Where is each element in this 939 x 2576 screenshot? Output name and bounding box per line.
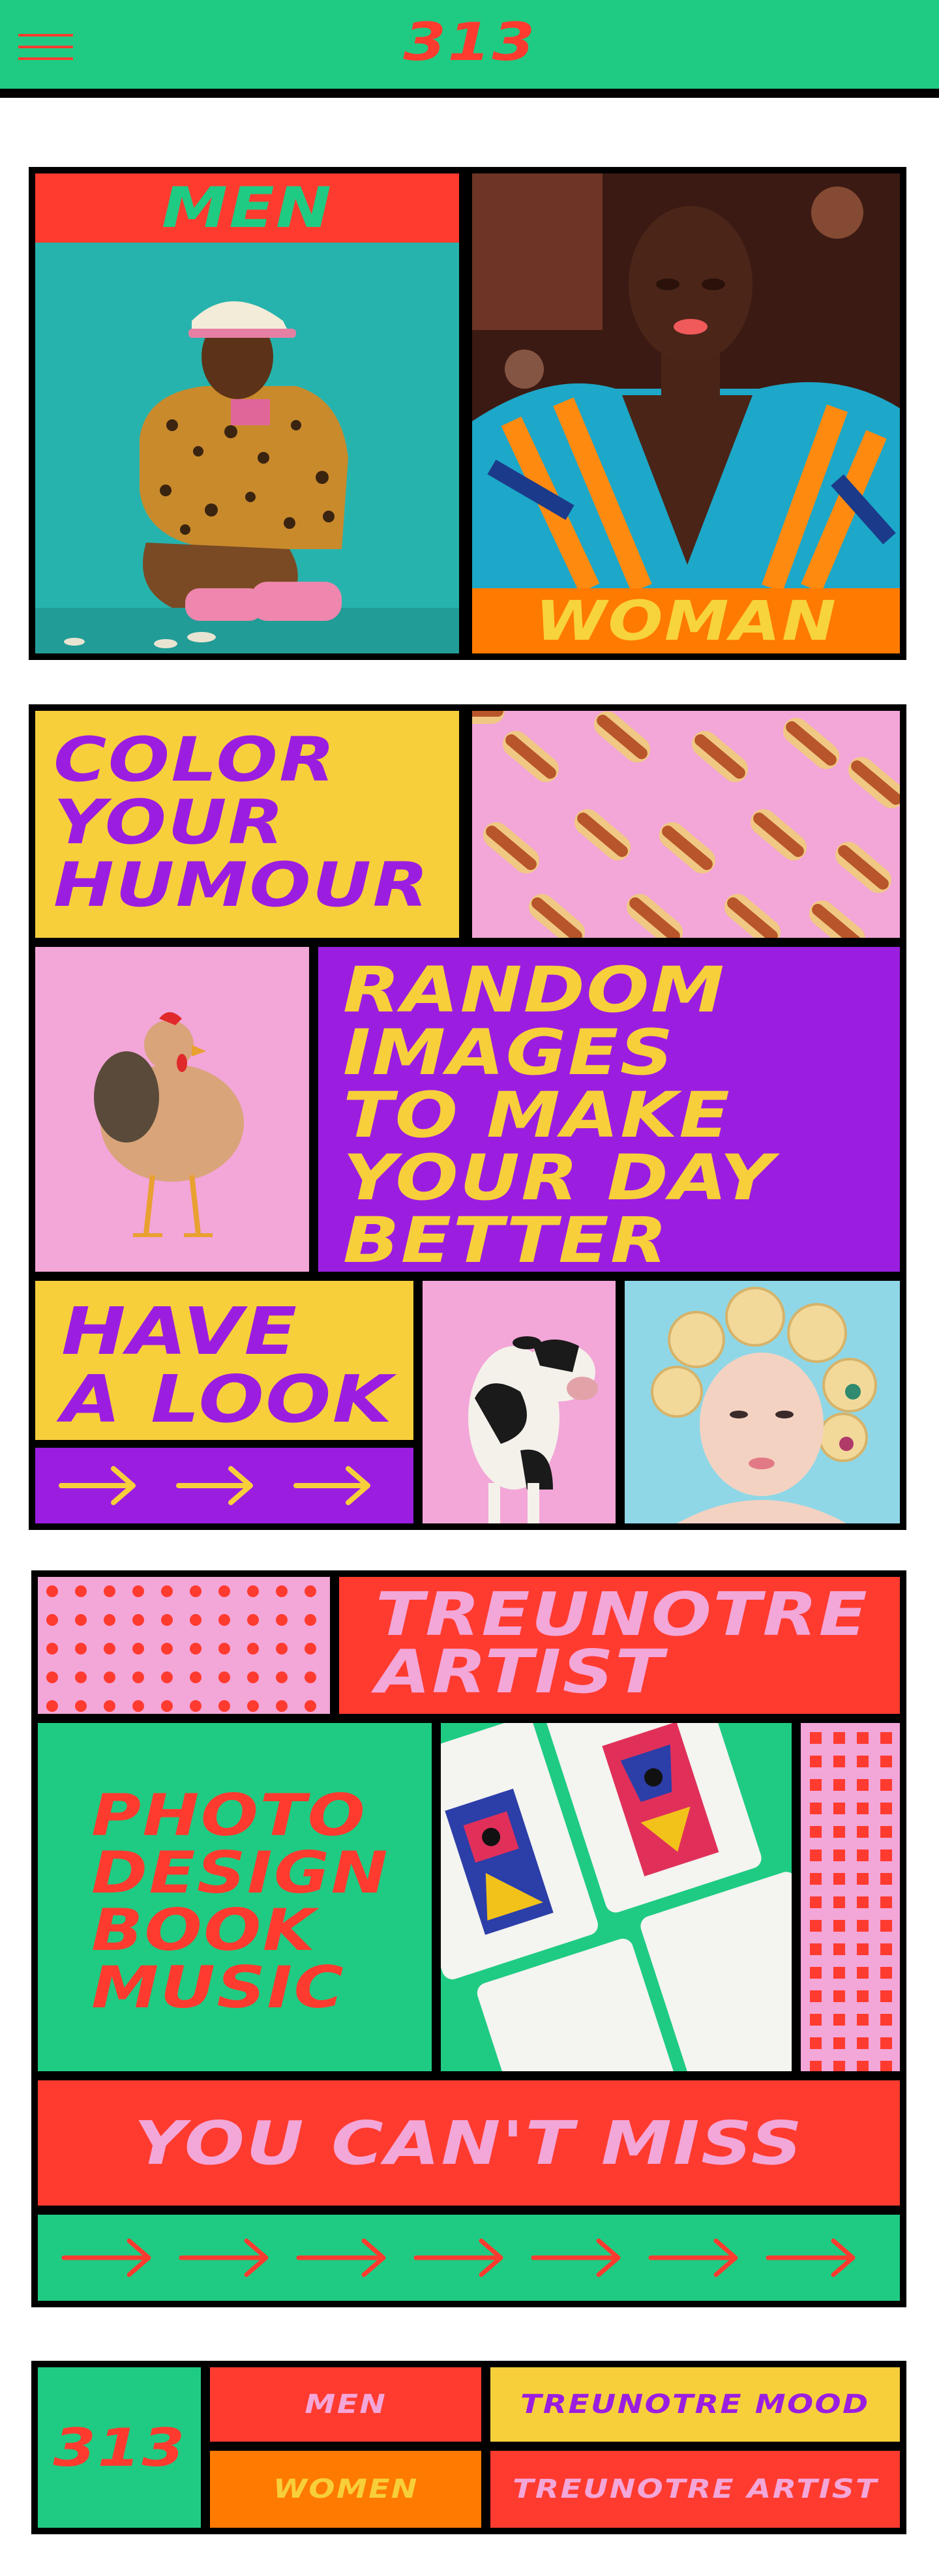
men-link[interactable]: MEN: [35, 173, 459, 243]
humour-title: COLOR YOUR HUMOUR: [35, 711, 459, 938]
you-cant-miss-link[interactable]: YOU CAN'T MISS: [38, 2080, 900, 2206]
arrow-right-icon: [59, 1466, 370, 1505]
category-book[interactable]: BOOK: [91, 1902, 432, 1959]
have-a-look-link[interactable]: HAVE A LOOK: [35, 1281, 413, 1440]
site-logo[interactable]: 313: [0, 12, 939, 72]
square-pattern: [801, 1723, 900, 2071]
category-design[interactable]: DESIGN: [91, 1844, 432, 1902]
artist-section: TREUNOTRE ARTIST PHOTO DESIGN BOOK MUSIC: [31, 1570, 906, 2307]
playing-cards-image: [441, 1723, 792, 2071]
chicken-image: [35, 947, 309, 1272]
artist-title: TREUNOTRE ARTIST: [339, 1577, 900, 1714]
humour-section: COLOR YOUR HUMOUR RANDOM IMAGES TO MAKE …: [29, 704, 906, 1530]
have-a-look-arrows[interactable]: [35, 1448, 413, 1523]
woman-photo[interactable]: [472, 173, 900, 588]
footer-link-women[interactable]: WOMEN: [210, 2451, 481, 2528]
site-footer: 313 MEN TREUNOTRE MOOD WOMEN TREUNOTRE A…: [31, 2361, 906, 2534]
category-music[interactable]: MUSIC: [91, 1959, 432, 2016]
footer-logo[interactable]: 313: [38, 2367, 201, 2528]
gender-section: MEN WOMAN: [29, 167, 906, 660]
dot-pattern: [38, 1577, 330, 1714]
footer-link-mood[interactable]: TREUNOTRE MOOD: [490, 2367, 900, 2442]
footer-link-men[interactable]: MEN: [210, 2367, 481, 2442]
category-photo[interactable]: PHOTO: [91, 1787, 432, 1844]
site-header: 313: [0, 0, 939, 98]
woman-link[interactable]: WOMAN: [472, 588, 900, 653]
hotdog-image: [472, 711, 900, 938]
cow-image: [423, 1281, 616, 1523]
arrow-right-icon: [61, 2238, 856, 2277]
men-photo[interactable]: [35, 243, 459, 653]
random-images-text: RANDOM IMAGES TO MAKE YOUR DAY BETTER: [318, 947, 900, 1272]
footer-link-artist[interactable]: TREUNOTRE ARTIST: [490, 2451, 900, 2528]
artist-arrows[interactable]: [38, 2215, 900, 2301]
portrait-image: [625, 1281, 900, 1523]
artist-categories: PHOTO DESIGN BOOK MUSIC: [38, 1723, 432, 2071]
